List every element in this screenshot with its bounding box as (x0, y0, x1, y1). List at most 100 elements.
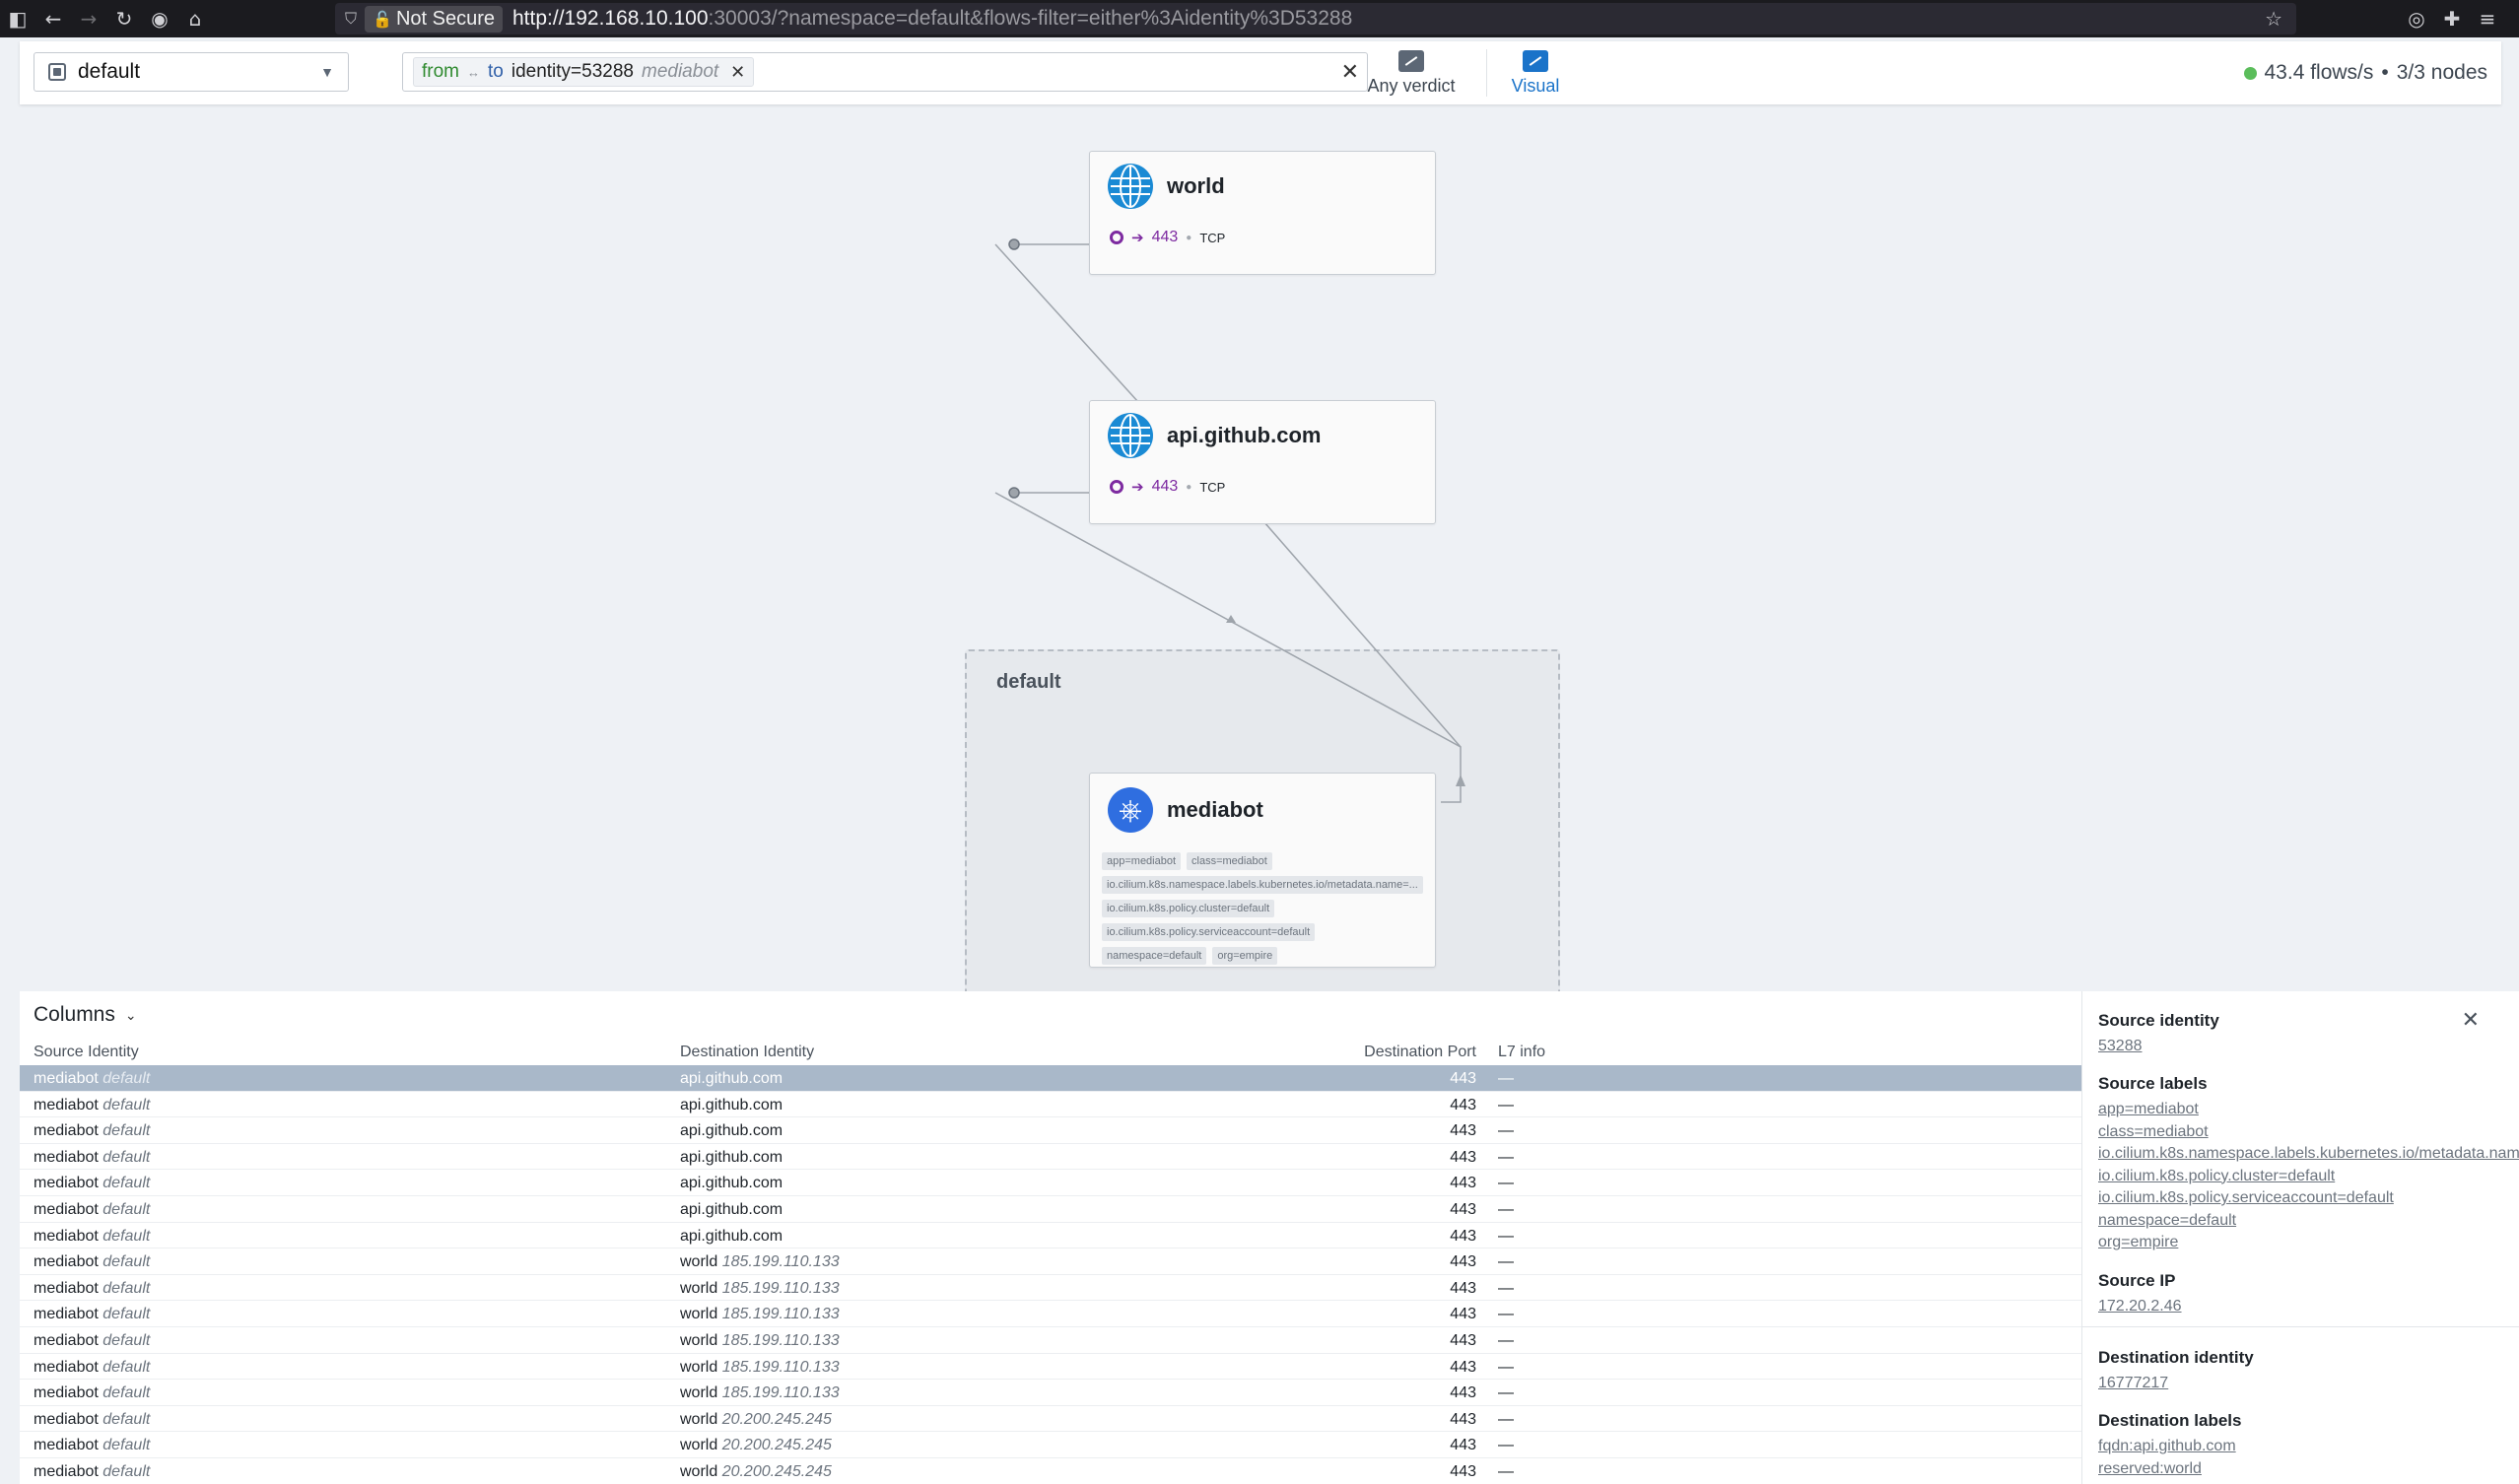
source-identity-value[interactable]: 53288 (2098, 1036, 2512, 1058)
bidirectional-arrows-icon: ↔ (467, 64, 480, 80)
source-label-item[interactable]: io.cilium.k8s.namespace.labels.kubernete… (2098, 1143, 2519, 1166)
extensions-icon[interactable]: ✚ (2434, 7, 2470, 31)
table-row[interactable]: mediabot default api.github.com 443 — (20, 1223, 2081, 1249)
cell-destination-identity: world 20.200.245.245 (680, 1463, 832, 1481)
screenshot-icon[interactable]: ◉ (142, 7, 177, 31)
cell-l7-info: — (1498, 1122, 1514, 1140)
source-label-item[interactable]: namespace=default (2098, 1210, 2512, 1233)
destination-label-item[interactable]: reserved:world (2098, 1458, 2512, 1481)
destination-labels-title: Destination labels (2098, 1411, 2242, 1430)
card-api-github[interactable]: api.github.com ➔ 443 ● TCP (1089, 400, 1436, 524)
cell-destination-identity: api.github.com (680, 1175, 783, 1192)
source-name: mediabot (34, 1148, 99, 1166)
header-destination-identity[interactable]: Destination Identity (680, 1044, 814, 1061)
destination-name: api.github.com (680, 1227, 783, 1245)
port-number: 443 (1151, 478, 1179, 495)
destination-label-item[interactable]: fqdn:api.github.com (2098, 1436, 2512, 1458)
cell-destination-identity: world 185.199.110.133 (680, 1332, 840, 1350)
remove-filter-icon[interactable]: ✕ (730, 62, 745, 83)
table-row[interactable]: mediabot default api.github.com 443 — (20, 1092, 2081, 1118)
source-name: mediabot (34, 1122, 99, 1140)
table-row[interactable]: mediabot default api.github.com 443 — (20, 1170, 2081, 1196)
app-toolbar: default ▼ from ↔ to identity=53288 media… (20, 41, 2501, 104)
cell-destination-identity: world 185.199.110.133 (680, 1306, 840, 1323)
table-row[interactable]: mediabot default world 185.199.110.133 443… (20, 1354, 2081, 1381)
verdict-filter-button[interactable]: Any verdict (1350, 46, 1472, 100)
table-row[interactable]: mediabot default world 185.199.110.133 443… (20, 1301, 2081, 1327)
destination-identity-value[interactable]: 16777217 (2098, 1373, 2512, 1395)
cell-l7-info: — (1498, 1306, 1514, 1323)
flows-filter-input[interactable]: from ↔ to identity=53288 mediabot ✕ ✕ (402, 52, 1368, 92)
table-row[interactable]: mediabot default world 20.200.245.245 443 — (20, 1406, 2081, 1433)
destination-name: api.github.com (680, 1122, 783, 1140)
header-l7-info[interactable]: L7 info (1498, 1044, 1545, 1061)
source-name: mediabot (34, 1175, 99, 1192)
cell-source-identity: mediabot default (34, 1149, 150, 1167)
destination-name: world (680, 1437, 718, 1454)
header-destination-port[interactable]: Destination Port (1202, 1044, 1476, 1061)
source-namespace: default (102, 1384, 151, 1402)
destination-name: world (680, 1279, 718, 1297)
source-namespace: default (102, 1122, 151, 1140)
home-icon[interactable]: ⌂ (177, 7, 213, 31)
cell-l7-info: — (1498, 1358, 1514, 1376)
service-map[interactable]: default world ➔ 443 ● TCP api.github.com… (0, 106, 2519, 991)
back-icon[interactable]: ← (35, 7, 71, 31)
header-source-identity[interactable]: Source Identity (34, 1044, 139, 1061)
source-label-item[interactable]: io.cilium.k8s.policy.serviceaccount=defa… (2098, 1187, 2512, 1210)
source-name: mediabot (34, 1462, 99, 1480)
table-row[interactable]: mediabot default api.github.com 443 — (20, 1196, 2081, 1223)
table-row[interactable]: mediabot default api.github.com 443 — (20, 1117, 2081, 1144)
source-namespace: default (102, 1279, 151, 1297)
table-row[interactable]: mediabot default api.github.com 443 — (20, 1065, 2081, 1092)
filter-tag[interactable]: from ↔ to identity=53288 mediabot ✕ (413, 57, 755, 87)
columns-dropdown-button[interactable]: Columns ⌄ (34, 1003, 137, 1027)
source-label-item[interactable]: org=empire (2098, 1232, 2512, 1254)
source-identity-section: Source identity 53288 (2098, 1011, 2512, 1058)
shield-icon[interactable]: ⛉ (345, 9, 357, 29)
visual-label: Visual (1511, 76, 1560, 96)
menu-icon[interactable]: ≡ (2470, 7, 2505, 31)
not-secure-badge[interactable]: 🔓 Not Secure (365, 5, 503, 33)
account-icon[interactable]: ◎ (2399, 7, 2434, 31)
table-row[interactable]: mediabot default world 20.200.245.245 443 — (20, 1458, 2081, 1484)
destination-ip: 185.199.110.133 (721, 1384, 840, 1402)
table-row[interactable]: mediabot default world 20.200.245.245 443 — (20, 1432, 2081, 1458)
status-dot-icon (2243, 66, 2257, 80)
table-row[interactable]: mediabot default api.github.com 443 — (20, 1144, 2081, 1171)
sidebar-icon[interactable]: ◧ (0, 7, 35, 31)
kubernetes-helm-icon: ⎈ (1108, 787, 1153, 833)
cell-source-identity: mediabot default (34, 1280, 150, 1298)
source-namespace: default (102, 1175, 151, 1192)
cell-destination-identity: api.github.com (680, 1201, 783, 1219)
card-world[interactable]: world ➔ 443 ● TCP (1089, 151, 1436, 275)
source-ip-value[interactable]: 172.20.2.46 (2098, 1296, 2512, 1318)
table-row[interactable]: mediabot default world 185.199.110.133 443… (20, 1327, 2081, 1354)
table-row[interactable]: mediabot default world 185.199.110.133 443… (20, 1380, 2081, 1406)
source-label-item[interactable]: app=mediabot (2098, 1099, 2512, 1121)
cell-destination-identity: api.github.com (680, 1070, 783, 1088)
forward-icon[interactable]: → (71, 7, 106, 31)
link-to-api-right (1236, 490, 1462, 748)
cell-l7-info: — (1498, 1253, 1514, 1271)
bookmark-star-icon[interactable]: ☆ (2265, 7, 2282, 31)
reload-icon[interactable]: ↻ (106, 7, 142, 31)
destination-ip: 185.199.110.133 (721, 1331, 840, 1349)
card-mediabot[interactable]: ⎈ mediabot app=mediabot class=mediabot io.… (1089, 773, 1436, 968)
table-row[interactable]: mediabot default world 185.199.110.133 443… (20, 1248, 2081, 1275)
source-name: mediabot (34, 1358, 99, 1376)
address-bar[interactable]: ⛉ 🔓 Not Secure http://192.168.10.100:300… (335, 3, 2296, 34)
cell-destination-port: 443 (1450, 1462, 1476, 1480)
source-label-item[interactable]: io.cilium.k8s.policy.cluster=default (2098, 1166, 2512, 1188)
cell-source-identity: mediabot default (34, 1411, 150, 1429)
source-namespace: default (102, 1070, 151, 1087)
source-label-item[interactable]: class=mediabot (2098, 1121, 2512, 1144)
source-name: mediabot (34, 1306, 99, 1323)
visual-toggle-button[interactable]: Visual (1486, 46, 1585, 100)
table-row[interactable]: mediabot default world 185.199.110.133 443… (20, 1275, 2081, 1302)
namespace-select[interactable]: default ▼ (34, 52, 349, 92)
url-text[interactable]: http://192.168.10.100:30003/?namespace=d… (512, 7, 1352, 31)
cell-destination-port: 443 (1450, 1279, 1476, 1297)
source-name: mediabot (34, 1253, 99, 1271)
source-name: mediabot (34, 1279, 99, 1297)
